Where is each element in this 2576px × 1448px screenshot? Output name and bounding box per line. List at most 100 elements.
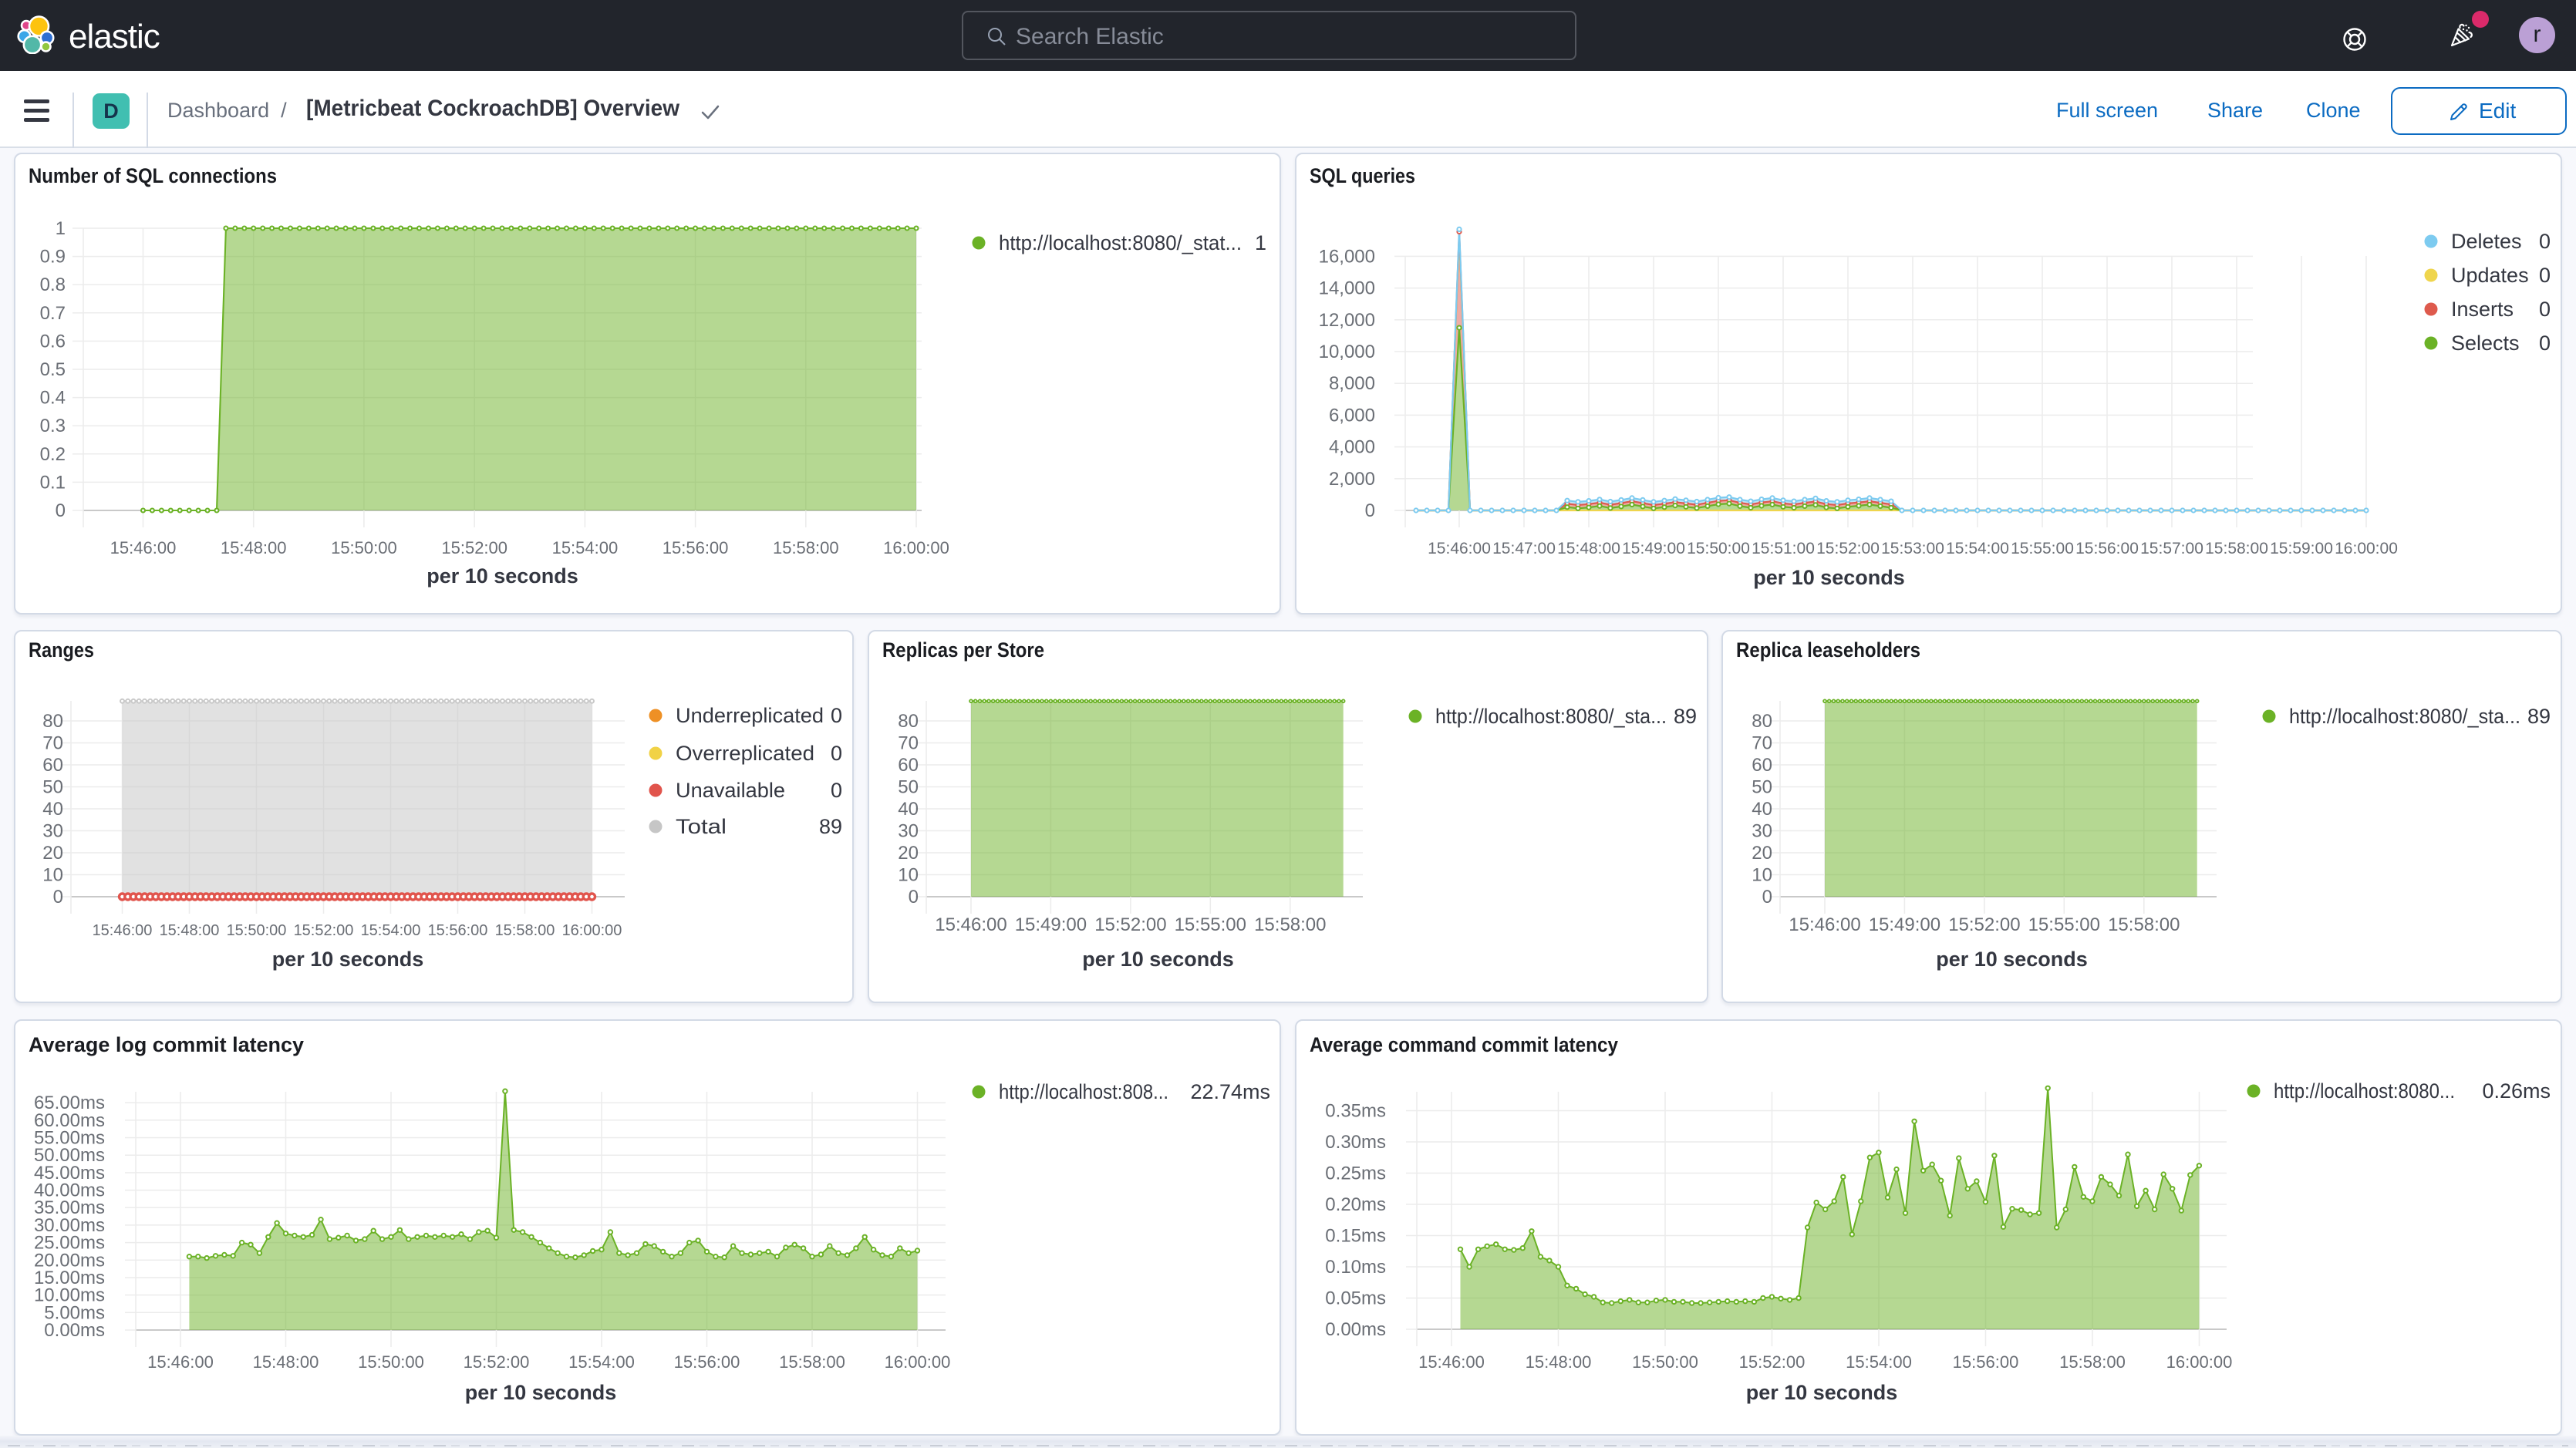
svg-text:0: 0 [2539,264,2551,287]
svg-text:per 10 seconds: per 10 seconds [1753,566,1905,589]
svg-text:16:00:00: 16:00:00 [885,1352,951,1372]
svg-text:15:52:00: 15:52:00 [1816,540,1880,557]
svg-text:15:50:00: 15:50:00 [1687,540,1750,557]
svg-text:per 10 seconds: per 10 seconds [1082,948,1234,971]
svg-text:0: 0 [56,500,66,521]
svg-text:0: 0 [831,704,842,727]
svg-text:per 10 seconds: per 10 seconds [272,948,424,971]
svg-text:15:49:00: 15:49:00 [1622,540,1685,557]
svg-text:Inserts: Inserts [2451,298,2514,321]
svg-text:per 10 seconds: per 10 seconds [465,1381,617,1404]
svg-text:15:48:00: 15:48:00 [221,538,287,557]
svg-text:0: 0 [831,779,842,802]
svg-text:16,000: 16,000 [1319,246,1375,267]
svg-text:Replicas per Store: Replicas per Store [882,638,1044,662]
svg-text:89: 89 [1674,705,1697,728]
svg-text:15:56:00: 15:56:00 [1953,1352,2019,1372]
svg-text:http://localhost:8080/_sta...: http://localhost:8080/_sta... [2289,705,2520,728]
svg-text:15:48:00: 15:48:00 [253,1352,319,1372]
svg-text:6,000: 6,000 [1329,405,1375,426]
svg-text:70: 70 [1752,733,1772,754]
svg-text:15:50:00: 15:50:00 [331,538,397,557]
svg-text:Underreplicated: Underreplicated [676,704,824,727]
svg-text:Overreplicated: Overreplicated [676,742,814,765]
svg-text:per 10 seconds: per 10 seconds [1746,1381,1898,1404]
svg-text:0.5: 0.5 [40,359,66,380]
svg-text:40: 40 [42,799,63,820]
svg-text:0.00ms: 0.00ms [1325,1319,1386,1340]
svg-text:15:52:00: 15:52:00 [1094,914,1166,935]
svg-text:15:50:00: 15:50:00 [358,1352,424,1372]
svg-text:0: 0 [2539,298,2551,321]
svg-text:15:46:00: 15:46:00 [935,914,1006,935]
svg-text:Unavailable: Unavailable [676,779,785,802]
svg-text:80: 80 [42,711,63,732]
svg-text:Deletes: Deletes [2451,230,2522,253]
svg-text:http://localhost:808...: http://localhost:808... [999,1080,1168,1103]
svg-text:15:57:00: 15:57:00 [2140,540,2203,557]
svg-text:15:58:00: 15:58:00 [2205,540,2268,557]
svg-text:0.15ms: 0.15ms [1325,1226,1386,1247]
svg-text:65.00ms: 65.00ms [34,1093,105,1113]
svg-text:15:52:00: 15:52:00 [464,1352,530,1372]
svg-text:10: 10 [1752,865,1772,886]
svg-text:0.35ms: 0.35ms [1325,1101,1386,1122]
svg-text:Replica leaseholders: Replica leaseholders [1736,638,1920,662]
svg-text:15:46:00: 15:46:00 [93,922,153,939]
svg-text:0: 0 [1365,500,1375,521]
svg-text:0.2: 0.2 [40,444,66,465]
svg-text:0: 0 [1762,887,1772,908]
svg-text:15:54:00: 15:54:00 [1946,540,2009,557]
svg-text:per 10 seconds: per 10 seconds [1936,948,2088,971]
svg-text:0.8: 0.8 [40,274,66,295]
svg-text:15:46:00: 15:46:00 [1789,914,1860,935]
svg-text:60: 60 [1752,755,1772,776]
svg-text:16:00:00: 16:00:00 [2335,540,2398,557]
svg-text:12,000: 12,000 [1319,310,1375,331]
svg-text:0.30ms: 0.30ms [1325,1132,1386,1153]
svg-text:50: 50 [42,777,63,798]
svg-text:70: 70 [898,733,919,754]
svg-text:15:56:00: 15:56:00 [2075,540,2139,557]
svg-text:15:54:00: 15:54:00 [361,922,421,939]
svg-text:15:46:00: 15:46:00 [1428,540,1491,557]
svg-text:15:51:00: 15:51:00 [1752,540,1815,557]
svg-text:20: 20 [42,843,63,864]
svg-text:Average command commit latency: Average command commit latency [1310,1033,1618,1056]
svg-text:50: 50 [1752,777,1772,798]
svg-text:http://localhost:8080...: http://localhost:8080... [2274,1079,2455,1103]
svg-text:0.3: 0.3 [40,416,66,436]
svg-text:20: 20 [898,843,919,864]
svg-text:15:58:00: 15:58:00 [495,922,555,939]
svg-text:15:52:00: 15:52:00 [1739,1352,1806,1372]
svg-text:15:56:00: 15:56:00 [674,1352,740,1372]
svg-text:15:48:00: 15:48:00 [1526,1352,1592,1372]
svg-text:15:58:00: 15:58:00 [779,1352,845,1372]
svg-text:15:49:00: 15:49:00 [1869,914,1940,935]
svg-text:Average log commit latency: Average log commit latency [29,1033,304,1056]
svg-text:15:48:00: 15:48:00 [1557,540,1620,557]
svg-text:15:54:00: 15:54:00 [552,538,619,557]
svg-text:0: 0 [2539,230,2551,253]
svg-text:40: 40 [1752,799,1772,820]
svg-text:30: 30 [42,821,63,842]
svg-text:20: 20 [1752,843,1772,864]
svg-text:15:59:00: 15:59:00 [2270,540,2333,557]
svg-text:15:46:00: 15:46:00 [1418,1352,1485,1372]
svg-text:15:56:00: 15:56:00 [663,538,729,557]
svg-text:15:50:00: 15:50:00 [227,922,287,939]
svg-text:14,000: 14,000 [1319,278,1375,299]
svg-text:Number of SQL connections: Number of SQL connections [29,164,277,187]
svg-text:Total: Total [676,815,727,838]
svg-text:50: 50 [898,777,919,798]
svg-text:80: 80 [1752,711,1772,732]
svg-text:0.7: 0.7 [40,303,66,324]
svg-text:15:55:00: 15:55:00 [2011,540,2074,557]
svg-text:15:52:00: 15:52:00 [1948,914,2020,935]
svg-text:15:55:00: 15:55:00 [1175,914,1246,935]
svg-text:15:58:00: 15:58:00 [1254,914,1326,935]
svg-text:15:58:00: 15:58:00 [773,538,839,557]
svg-text:15:46:00: 15:46:00 [110,538,177,557]
svg-text:15:54:00: 15:54:00 [1846,1352,1912,1372]
svg-text:15:52:00: 15:52:00 [441,538,507,557]
